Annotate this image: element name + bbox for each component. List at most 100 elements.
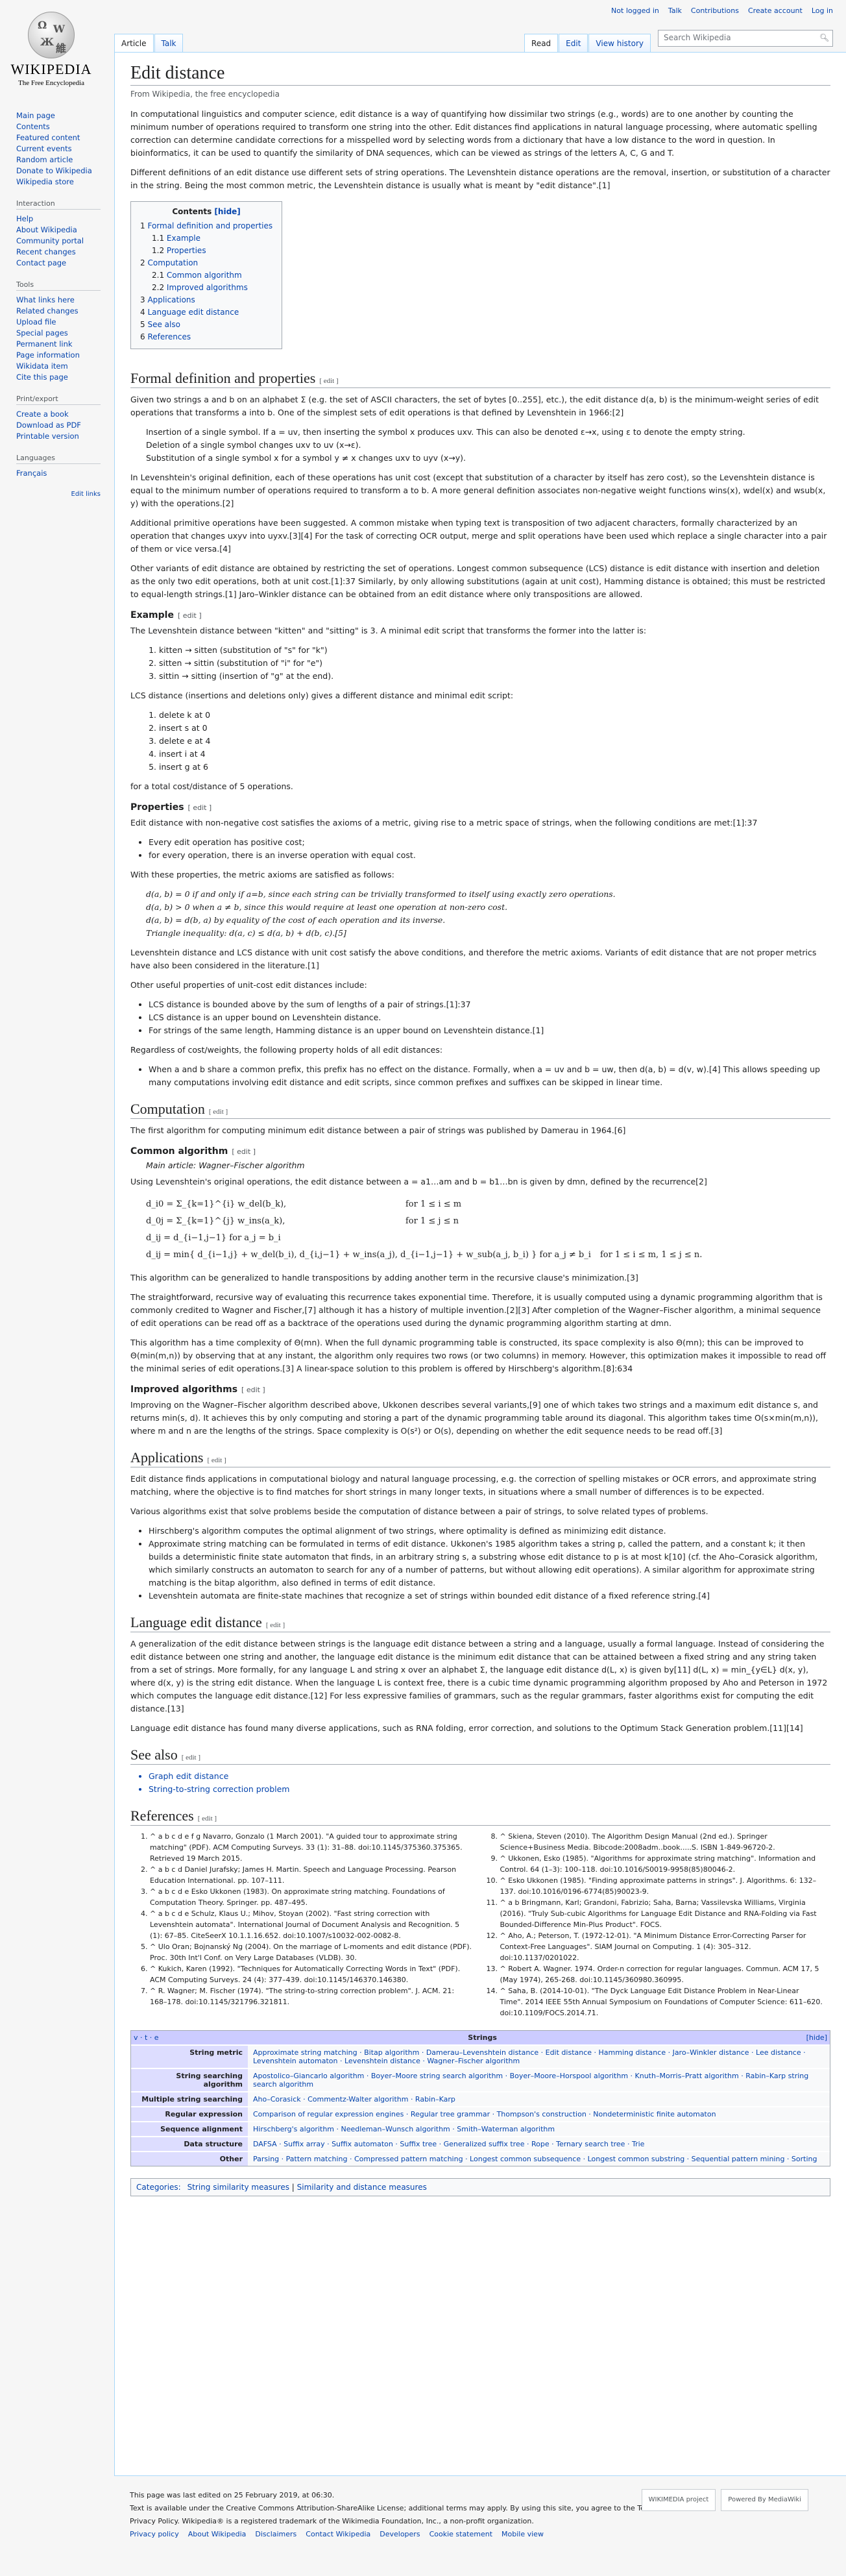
footer-link[interactable]: Privacy policy [130,2530,179,2538]
wikimedia-badge[interactable]: WIKIMEDIA project [641,2489,716,2511]
personal-link[interactable]: Contributions [691,6,739,15]
sidebar-item[interactable]: Upload file [16,317,114,328]
sidebar-item[interactable]: Download as PDF [16,420,114,431]
edit-section-link[interactable]: [ edit ] [266,1621,285,1629]
footer-link[interactable]: Cookie statement [429,2530,492,2538]
reference-item[interactable]: ^ Esko Ukkonen (1985). "Finding approxim… [500,1875,823,1897]
reference-item[interactable]: ^ Kukich, Karen (1992). "Techniques for … [150,1963,473,1985]
navbox-group-heading[interactable]: Regular expression [131,2107,248,2121]
reference-item[interactable]: ^ a b c d e Schulz, Klaus U.; Mihov, Sto… [150,1908,473,1941]
navbox-group-links[interactable]: Comparison of regular expression engines… [248,2107,830,2121]
mediawiki-badge[interactable]: Powered By MediaWiki [721,2489,808,2511]
navbox-group-links[interactable]: Aho–Corasick · Commentz-Walter algorithm… [248,2092,830,2106]
reference-item[interactable]: ^ Ulo Oran; Bojnanský Ng (2004). On the … [150,1941,473,1963]
edit-section-link[interactable]: [ edit ] [207,1456,226,1464]
navbox-group-heading[interactable]: Other [131,2152,248,2166]
toc-item[interactable]: 3 Applications [140,294,272,306]
sidebar-item[interactable]: Community portal [16,236,114,247]
navbox-group-heading[interactable]: Sequence alignment [131,2122,248,2136]
see-also-link[interactable]: Graph edit distance [149,1770,830,1783]
personal-link[interactable]: Talk [668,6,682,15]
sidebar-item[interactable]: Current events [16,143,114,154]
navbox-group-links[interactable]: Parsing · Pattern matching · Compressed … [248,2152,830,2166]
reference-item[interactable]: ^ Ukkonen, Esko (1985). "Algorithms for … [500,1853,823,1875]
edit-section-link[interactable]: [ edit ] [232,1147,256,1156]
main-article-hatnote[interactable]: Main article: Wagner–Fischer algorithm [130,1160,830,1170]
navbox-group-links[interactable]: Hirschberg's algorithm · Needleman–Wunsc… [248,2122,830,2136]
category-link[interactable]: Similarity and distance measures [297,2183,427,2192]
toc-item[interactable]: 1.1 Example [140,232,272,245]
toc-item[interactable]: 5 See also [140,319,272,331]
reference-item[interactable]: ^ Robert A. Wagner. 1974. Order-n correc… [500,1963,823,1985]
sidebar-item[interactable]: Page information [16,350,114,361]
edit-section-link[interactable]: [ edit ] [188,803,212,812]
toc-text[interactable]: Formal definition and properties [147,221,272,230]
personal-link[interactable]: Not logged in [611,6,659,15]
toc-text[interactable]: See also [147,320,180,329]
tab-talk[interactable]: Talk [154,34,184,52]
toc-text[interactable]: Common algorithm [167,271,242,280]
reference-item[interactable]: ^ a b c d Daniel Jurafsky; James H. Mart… [150,1864,473,1886]
navbox-group-heading[interactable]: String searching algorithm [131,2069,248,2091]
navbox-group-heading[interactable]: String metric [131,2046,248,2068]
see-also-link[interactable]: String-to-string correction problem [149,1783,830,1796]
toc-text[interactable]: Improved algorithms [167,283,248,292]
sidebar-item[interactable]: Main page [16,110,114,121]
sidebar-item[interactable]: Wikidata item [16,361,114,372]
category-link[interactable]: String similarity measures [187,2183,289,2192]
sidebar-item[interactable]: About Wikipedia [16,225,114,236]
personal-link[interactable]: Create account [748,6,803,15]
navbox-group-heading[interactable]: Multiple string searching [131,2092,248,2106]
navbox-group-links[interactable]: Apostolico–Giancarlo algorithm · Boyer–M… [248,2069,830,2091]
toc-item[interactable]: 1 Formal definition and properties [140,220,272,232]
toc-item[interactable]: 2 Computation [140,257,272,269]
reference-item[interactable]: ^ a b Bringmann, Karl; Grandoni, Fabrizi… [500,1897,823,1930]
sidebar-item[interactable]: Printable version [16,431,114,442]
edit-section-link[interactable]: [ edit ] [182,1754,200,1761]
sidebar-item[interactable]: Permanent link [16,339,114,350]
sidebar-item[interactable]: Contents [16,121,114,132]
navbox-group-heading[interactable]: Data structure [131,2137,248,2151]
footer-link[interactable]: About Wikipedia [188,2530,247,2538]
reference-item[interactable]: ^ a b c d e f g Navarro, Gonzalo (1 Marc… [150,1831,473,1864]
toc-item[interactable]: 2.1 Common algorithm [140,269,272,282]
sidebar-item[interactable]: Donate to Wikipedia [16,166,114,177]
toc-item[interactable]: 1.2 Properties [140,245,272,257]
toc-hide-button[interactable]: [hide] [214,207,240,216]
toc-text[interactable]: References [147,332,191,341]
search-input[interactable]: Search Wikipedia 🔍︎ [658,30,833,47]
sidebar-item[interactable]: Special pages [16,328,114,339]
navbox-group-links[interactable]: Approximate string matching · Bitap algo… [248,2046,830,2068]
reference-item[interactable]: ^ Saha, B. (2014-10-01). "The Dyck Langu… [500,1985,823,2018]
sidebar-item[interactable]: Create a book [16,409,114,420]
toc-item[interactable]: 4 Language edit distance [140,306,272,319]
tab-article[interactable]: Article [114,34,154,52]
edit-section-link[interactable]: [ edit ] [209,1108,228,1116]
sidebar-item[interactable]: Cite this page [16,372,114,383]
toc-text[interactable]: Applications [147,295,195,304]
sidebar-item[interactable]: What links here [16,295,114,306]
edit-section-link[interactable]: [ edit ] [319,377,338,385]
toc-item[interactable]: 6 References [140,331,272,343]
sidebar-item[interactable]: Contact page [16,258,114,269]
tab-edit[interactable]: Edit [559,34,588,52]
sidebar-item[interactable]: Recent changes [16,247,114,258]
edit-links-link[interactable]: Edit links [16,491,101,498]
sidebar-item[interactable]: Related changes [16,306,114,317]
search-icon[interactable]: 🔍︎ [819,33,830,43]
tab-view-history[interactable]: View history [588,34,651,52]
toc-item[interactable]: 2.2 Improved algorithms [140,282,272,294]
edit-section-link[interactable]: [ edit ] [241,1386,265,1394]
reference-item[interactable]: ^ R. Wagner; M. Fischer (1974). "The str… [150,1985,473,2007]
sidebar-item[interactable]: Random article [16,154,114,166]
navbox-vte-links[interactable]: v · t · e [134,2033,159,2042]
reference-item[interactable]: ^ Aho, A.; Peterson, T. (1972-12-01). "A… [500,1930,823,1963]
categories-label[interactable]: Categories: [136,2183,181,2192]
wikipedia-logo[interactable]: Ω W Ж 維 WIKIPEDIA The Free Encyclopedia [9,6,93,104]
footer-link[interactable]: Developers [380,2530,420,2538]
footer-link[interactable]: Contact Wikipedia [306,2530,370,2538]
footer-link[interactable]: Disclaimers [255,2530,296,2538]
sidebar-item[interactable]: Help [16,214,114,225]
toc-text[interactable]: Properties [167,246,206,255]
toc-text[interactable]: Computation [147,258,198,267]
